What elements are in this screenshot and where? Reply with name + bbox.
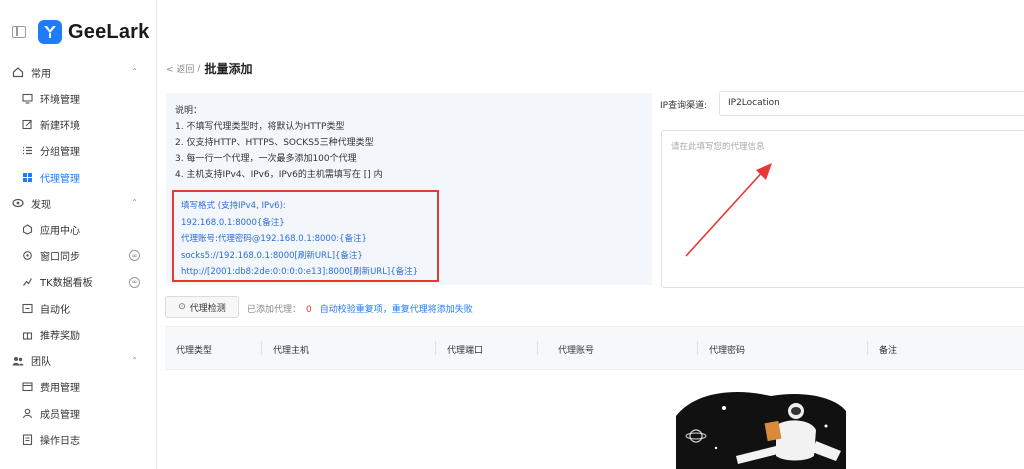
- sidebar-item-tk-dashboard[interactable]: TK数据看板 ∞: [0, 269, 156, 295]
- chevron-up-icon: ⌃: [131, 67, 138, 76]
- team-icon: [12, 355, 24, 367]
- sidebar-item-logs[interactable]: 操作日志: [0, 426, 156, 452]
- gift-icon: [22, 329, 33, 340]
- instructions-heading: 说明：: [175, 106, 203, 116]
- empty-state-astronaut-illustration: [676, 392, 846, 469]
- column-header: 代理账号: [558, 346, 595, 356]
- sidebar-item-members[interactable]: 成员管理: [0, 400, 156, 426]
- column-divider: [867, 341, 868, 355]
- breadcrumb-separator: /: [197, 63, 201, 74]
- dedupe-note: 自动校验重复项，重复代理将添加失败: [319, 305, 473, 315]
- log-icon: [22, 434, 33, 445]
- red-arrow-annotation: [685, 163, 772, 257]
- column-header: 代理密码: [709, 346, 746, 356]
- nav-group-team[interactable]: 团队 ⌃: [0, 348, 156, 374]
- column-divider: [435, 341, 436, 355]
- proxy-check-button[interactable]: ⊙ 代理检测: [165, 296, 239, 318]
- compass-icon: [12, 197, 24, 209]
- sidebar-item-label: 应用中心: [40, 225, 80, 237]
- edit-icon: [22, 119, 33, 130]
- proxy-icon: [22, 172, 33, 183]
- sidebar: GeeLark 常用 ⌃ 环境管理 新建环境 分组管理 代理管理 发现 ⌃ 应用…: [0, 0, 157, 469]
- ip-query-select[interactable]: IP2Location: [719, 91, 1024, 116]
- nav-group-label: 发现: [31, 199, 51, 211]
- format-example: 192.168.0.1:8000{备注}: [181, 217, 285, 228]
- vip-badge-icon: ∞: [129, 276, 140, 288]
- sidebar-item-label: 费用管理: [40, 383, 80, 395]
- nav-group-common[interactable]: 常用 ⌃: [0, 59, 156, 85]
- sidebar-item-label: 推荐奖励: [40, 331, 80, 343]
- sidebar-item-group-manage[interactable]: 分组管理: [0, 138, 156, 164]
- sidebar-item-label: 自动化: [40, 304, 70, 316]
- back-link[interactable]: < 返回: [166, 62, 194, 75]
- column-header: 备注: [879, 346, 898, 356]
- search-icon: ⊙: [178, 302, 186, 312]
- added-count: 0: [306, 305, 312, 315]
- vip-badge-icon: ∞: [129, 250, 140, 262]
- sidebar-item-env-manage[interactable]: 环境管理: [0, 85, 156, 111]
- instruction-line: 4. 主机支持IPv4、IPv6，IPv6的主机需填写在 [] 内: [175, 170, 383, 180]
- column-divider: [261, 341, 262, 355]
- column-header: 代理主机: [273, 346, 310, 356]
- proxy-input-placeholder: 请在此填写您的代理信息: [671, 142, 765, 152]
- breadcrumb: < 返回 / 批量添加: [166, 60, 252, 77]
- automation-icon: [22, 303, 33, 314]
- ip-query-label: IP查询渠道:: [660, 101, 708, 111]
- sidebar-item-automation[interactable]: 自动化: [0, 295, 156, 321]
- sidebar-collapse-icon[interactable]: [12, 26, 26, 38]
- sidebar-item-label: 新建环境: [40, 120, 80, 132]
- chart-icon: [22, 276, 33, 287]
- format-examples-box: 填写格式 (支持IPv4, IPv6): 192.168.0.1:8000{备注…: [172, 190, 439, 282]
- sidebar-item-label: 操作日志: [40, 435, 80, 447]
- sidebar-item-label: 环境管理: [40, 94, 80, 106]
- user-icon: [22, 408, 33, 419]
- sync-icon: [22, 250, 33, 261]
- sidebar-item-billing[interactable]: 费用管理: [0, 374, 156, 400]
- sidebar-item-app-center[interactable]: 应用中心: [0, 216, 156, 242]
- sidebar-item-label: 分组管理: [40, 147, 80, 159]
- instruction-line: 2. 仅支持HTTP、HTTPS、SOCKS5三种代理类型: [175, 138, 374, 148]
- logo-row: GeeLark: [0, 0, 156, 64]
- sidebar-item-label: 窗口同步: [40, 252, 80, 264]
- proxy-check-label: 代理检测: [189, 303, 226, 314]
- instruction-line: 1. 不填写代理类型时，将默认为HTTP类型: [175, 122, 345, 132]
- sidebar-item-proxy-manage[interactable]: 代理管理: [0, 164, 156, 190]
- column-divider: [697, 341, 698, 355]
- sidebar-nav: 常用 ⌃ 环境管理 新建环境 分组管理 代理管理 发现 ⌃ 应用中心 窗口同步 …: [0, 59, 156, 453]
- sidebar-item-referral[interactable]: 推荐奖励: [0, 321, 156, 347]
- instructions-panel: 说明： 1. 不填写代理类型时，将默认为HTTP类型 2. 仅支持HTTP、HT…: [166, 93, 652, 285]
- main-content: < 返回 / 批量添加 说明： 1. 不填写代理类型时，将默认为HTTP类型 2…: [158, 0, 1024, 469]
- nav-group-label: 团队: [31, 357, 51, 369]
- column-divider: [537, 341, 538, 355]
- format-example: http://[2001:db8:2de:0:0:0:0:e13]:8000[刷…: [181, 267, 419, 277]
- page-title: 批量添加: [204, 62, 253, 76]
- sidebar-item-window-sync[interactable]: 窗口同步 ∞: [0, 242, 156, 268]
- nav-group-discover[interactable]: 发现 ⌃: [0, 190, 156, 216]
- app-name: GeeLark: [68, 20, 150, 43]
- format-example: socks5://192.168.0.1:8000[刷新URL]{备注}: [181, 250, 363, 261]
- format-example: 代理账号:代理密码@192.168.0.1:8000:{备注}: [181, 234, 367, 244]
- added-proxy-status: 已添加代理： 0 自动校验重复项，重复代理将添加失败: [247, 302, 473, 315]
- nav-group-label: 常用: [31, 68, 51, 80]
- column-header: 代理类型: [176, 346, 213, 356]
- chevron-up-icon: ⌃: [131, 355, 138, 365]
- sidebar-item-label: 成员管理: [40, 409, 80, 421]
- monitor-icon: [22, 93, 33, 104]
- sidebar-item-label: TK数据看板: [40, 278, 93, 290]
- instruction-line: 3. 每一行一个代理，一次最多添加100个代理: [175, 154, 357, 164]
- table-header: 代理类型 代理主机 代理端口 代理账号 代理密码 备注: [165, 326, 1024, 370]
- apps-icon: [22, 224, 33, 235]
- sidebar-item-label: 代理管理: [40, 173, 80, 185]
- format-heading: 填写格式 (支持IPv4, IPv6):: [181, 201, 286, 211]
- chevron-up-icon: ⌃: [131, 198, 138, 208]
- geelark-logo-icon: [38, 20, 62, 44]
- sidebar-item-new-env[interactable]: 新建环境: [0, 111, 156, 137]
- wallet-icon: [22, 381, 33, 392]
- list-icon: [22, 145, 33, 156]
- added-label: 已添加代理：: [247, 305, 302, 315]
- column-header: 代理端口: [447, 346, 484, 356]
- home-icon: [12, 66, 24, 78]
